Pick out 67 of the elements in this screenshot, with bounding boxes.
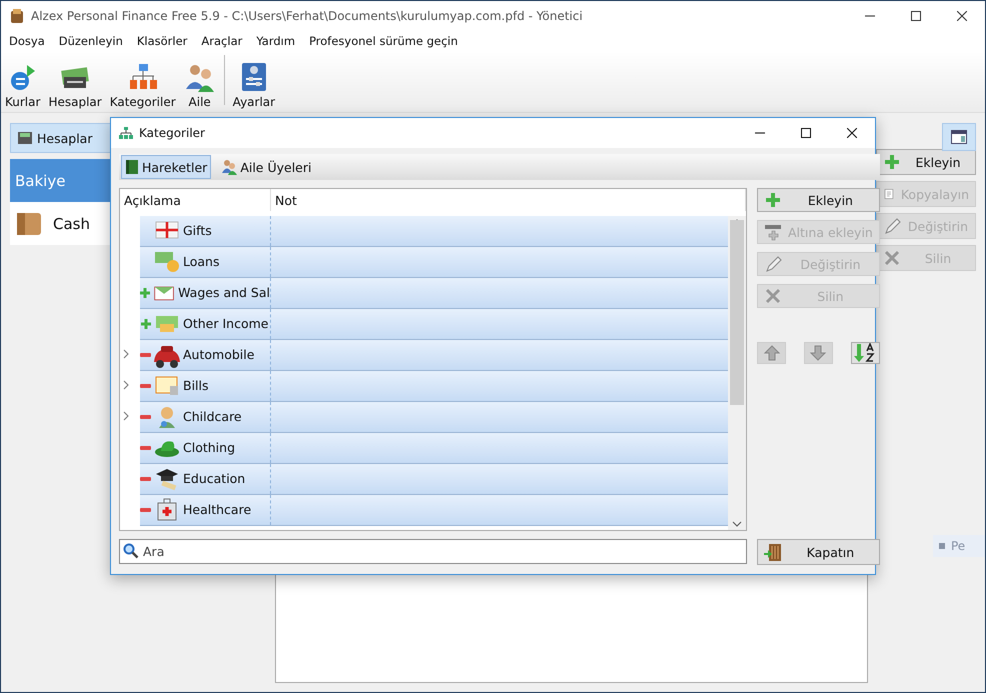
arrow-up-icon [762,344,780,362]
faint-chip: Pe [933,535,985,557]
tree-row[interactable]: Wages and Sal [140,278,728,308]
close-icon [847,128,857,138]
arrow-down-icon [809,344,828,362]
category-name: Other Income [183,316,268,331]
plus-icon [764,191,782,209]
menu-item[interactable]: Klasörler [136,34,188,48]
close-dialog-button[interactable]: Kapatın [757,539,880,565]
column-header[interactable]: Açıklama [120,189,271,211]
accounts-button[interactable]: Hesaplar [10,123,112,153]
tree-row[interactable]: Healthcare [140,494,728,526]
menu-item[interactable]: Araçlar [201,34,242,48]
add-row-icon [764,223,782,241]
category-name: Bills [183,378,209,393]
account-item[interactable]: Cash [10,202,112,245]
view-button[interactable] [942,123,976,151]
column-header[interactable]: Not [271,189,746,211]
menu-item[interactable]: Yardım [256,34,296,48]
add-button[interactable]: Ekleyin [876,149,976,175]
tree-row[interactable]: Loans [140,246,728,278]
cross-icon [764,287,782,305]
wallet-icon [9,8,25,24]
add-button[interactable]: Ekleyin [757,188,880,212]
square-icon [939,543,945,549]
menu-item[interactable]: Dosya [9,34,45,48]
book-icon [125,159,139,175]
menu-item[interactable]: Düzenleyin [58,34,123,48]
people-icon [221,159,238,175]
category-name: Automobile [183,347,254,362]
toolbar-button[interactable]: Kategoriler [110,61,176,109]
door-icon [764,543,782,561]
tree-row[interactable]: Other Income [140,308,728,340]
category-name: Gifts [183,223,212,238]
toolbar-button[interactable]: Aile [184,61,216,109]
pencil-icon [764,255,782,273]
scrollbar[interactable] [728,216,746,530]
cross-icon [883,249,901,267]
category-name: Wages and Sal [178,285,270,300]
category-name: Clothing [183,440,236,455]
tab[interactable]: Hareketler [121,155,212,179]
menu-item[interactable]: Profesyonel sürüme geçin [309,34,458,48]
sort-icon [854,343,876,363]
tree-row[interactable]: Education [140,464,728,494]
search-field[interactable]: Ara [119,539,747,564]
tree-row[interactable]: Clothing [140,432,728,464]
calculator-icon [17,130,33,146]
tab[interactable]: Aile Üyeleri [217,155,316,179]
toolbar-button[interactable]: Kurlar [5,61,40,109]
category-name: Healthcare [183,502,252,517]
window-title: Alzex Personal Finance Free 5.9 - C:\Users\Ferhat\Documents\kurulumyap.com.pfd - Yönetici [31,9,584,23]
sort-button[interactable] [850,342,880,364]
tree-row[interactable]: Gifts [140,216,728,246]
close-icon [957,11,967,21]
maximize-icon [801,128,811,138]
scroll-down-icon [732,521,742,527]
pencil-icon [883,217,901,235]
toolbar-button[interactable]: Hesaplar [48,61,102,109]
category-name: Education [183,471,246,486]
plus-icon [883,153,901,171]
dialog-title: Kategoriler [139,126,206,140]
category-name: Childcare [183,409,242,424]
category-name: Loans [183,254,220,269]
toolbar-button[interactable]: Ayarlar [232,61,276,109]
window-icon [951,130,967,144]
hierarchy-icon [119,127,133,139]
maximize-icon [911,11,921,21]
